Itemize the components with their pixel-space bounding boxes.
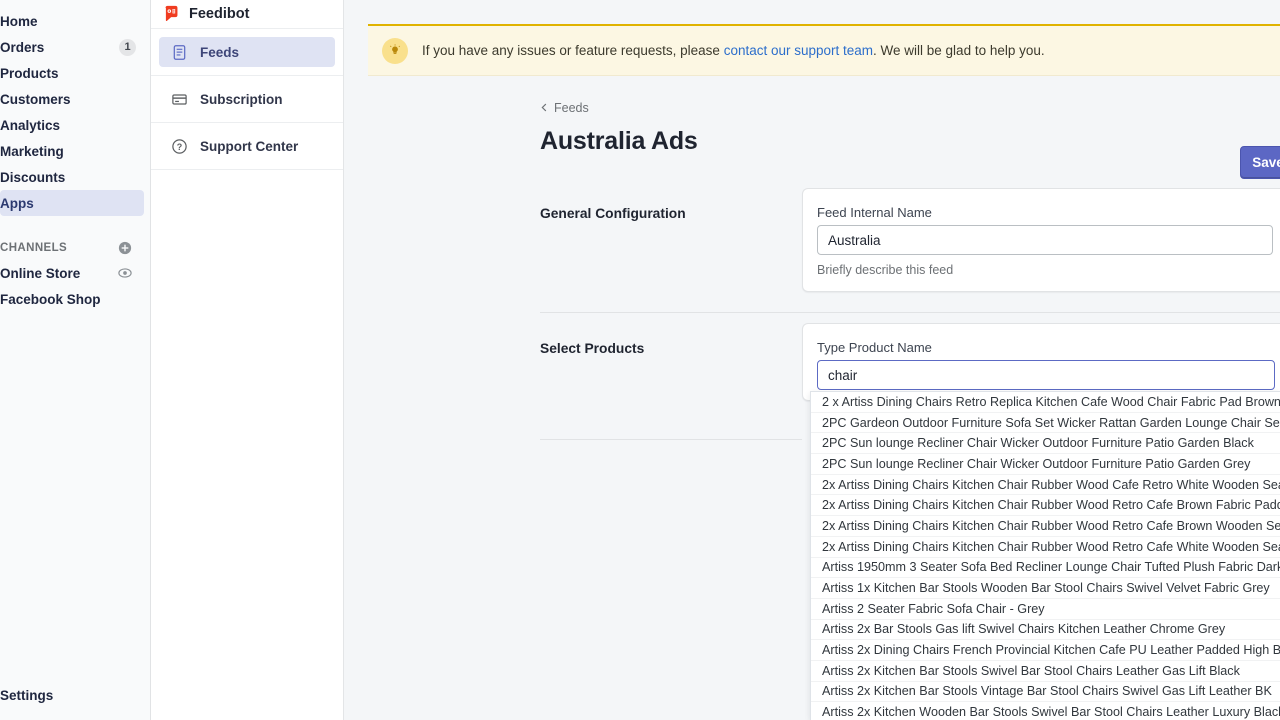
app-nav-item-label: Support Center bbox=[200, 139, 298, 154]
feedibot-logo-icon bbox=[163, 5, 180, 23]
admin-sidebar: Home Orders 1 Products Customers Analyti… bbox=[0, 0, 151, 720]
app-nav-item-feeds[interactable]: Feeds bbox=[159, 37, 335, 67]
sidebar-item-online-store[interactable]: Online Store bbox=[0, 260, 150, 286]
product-suggestion-item[interactable]: 2PC Gardeon Outdoor Furniture Sofa Set W… bbox=[811, 413, 1280, 434]
product-suggestion-item[interactable]: 2x Artiss Dining Chairs Kitchen Chair Ru… bbox=[811, 537, 1280, 558]
sidebar-item-label: Home bbox=[0, 14, 38, 29]
sidebar-item-label: Products bbox=[0, 66, 59, 81]
section-select-products: Select Products Type Product Name chair bbox=[540, 323, 1280, 401]
breadcrumb-label: Feeds bbox=[554, 101, 589, 115]
product-suggestion-item[interactable]: Artiss 1x Kitchen Bar Stools Wooden Bar … bbox=[811, 578, 1280, 599]
question-circle-icon: ? bbox=[171, 138, 188, 155]
plus-circle-icon[interactable] bbox=[118, 241, 132, 255]
app-nav-group-feeds: Feeds bbox=[151, 29, 343, 76]
support-team-link[interactable]: contact our support team bbox=[724, 43, 873, 58]
support-banner: If you have any issues or feature reques… bbox=[368, 24, 1280, 76]
sidebar-item-facebook-shop[interactable]: Facebook Shop bbox=[0, 286, 150, 312]
app-root: Home Orders 1 Products Customers Analyti… bbox=[0, 0, 1280, 720]
eye-icon[interactable] bbox=[118, 266, 132, 280]
product-search-label: Type Product Name bbox=[817, 340, 1268, 355]
app-nav-group-support: ? Support Center bbox=[151, 123, 343, 170]
feed-internal-name-help: Briefly describe this feed bbox=[817, 263, 1268, 277]
app-nav-item-support-center[interactable]: ? Support Center bbox=[159, 131, 335, 161]
banner-wrapper: If you have any issues or feature reques… bbox=[344, 0, 1280, 76]
banner-text-before: If you have any issues or feature reques… bbox=[422, 43, 724, 58]
section-general-configuration: General Configuration Feed Internal Name… bbox=[540, 188, 1280, 292]
app-nav-item-label: Feeds bbox=[200, 45, 239, 60]
sidebar-item-label: Customers bbox=[0, 92, 71, 107]
feed-internal-name-input[interactable]: Australia bbox=[817, 225, 1273, 255]
product-suggestion-item[interactable]: Artiss 1950mm 3 Seater Sofa Bed Recliner… bbox=[811, 558, 1280, 579]
chevron-left-icon bbox=[540, 101, 549, 115]
channels-heading-label: CHANNELS bbox=[0, 242, 67, 254]
section-label-general-configuration: General Configuration bbox=[540, 188, 802, 292]
product-suggestion-item[interactable]: 2x Artiss Dining Chairs Kitchen Chair Ru… bbox=[811, 516, 1280, 537]
app-nav-panel: Feedibot Feeds bbox=[151, 0, 344, 720]
orders-count-badge: 1 bbox=[119, 39, 136, 56]
sidebar-item-orders[interactable]: Orders 1 bbox=[0, 34, 144, 60]
section-divider-1 bbox=[540, 312, 1280, 313]
section-divider-2 bbox=[540, 439, 802, 440]
sidebar-item-home[interactable]: Home bbox=[0, 8, 144, 34]
credit-card-icon bbox=[171, 91, 188, 108]
settings-label: Settings bbox=[0, 688, 53, 703]
product-suggestion-item[interactable]: Artiss 2 Seater Fabric Sofa Chair - Grey bbox=[811, 599, 1280, 620]
sidebar-item-discounts[interactable]: Discounts bbox=[0, 164, 144, 190]
sidebar-item-label: Analytics bbox=[0, 118, 60, 133]
sidebar-item-apps[interactable]: Apps bbox=[0, 190, 144, 216]
sidebar-item-label: Orders bbox=[0, 40, 44, 55]
product-suggestion-dropdown[interactable]: 2 x Artiss Dining Chairs Retro Replica K… bbox=[810, 391, 1280, 720]
admin-nav-list: Home Orders 1 Products Customers Analyti… bbox=[0, 0, 150, 312]
product-search-input[interactable]: chair bbox=[817, 360, 1275, 390]
app-nav-item-label: Subscription bbox=[200, 92, 283, 107]
product-suggestion-item[interactable]: 2 x Artiss Dining Chairs Retro Replica K… bbox=[811, 392, 1280, 413]
svg-text:?: ? bbox=[177, 141, 182, 151]
app-brand[interactable]: Feedibot bbox=[151, 0, 343, 29]
banner-text: If you have any issues or feature reques… bbox=[422, 43, 1045, 58]
product-suggestion-item[interactable]: 2PC Sun lounge Recliner Chair Wicker Out… bbox=[811, 454, 1280, 475]
document-feed-icon bbox=[171, 44, 188, 61]
sidebar-item-label: Apps bbox=[0, 196, 34, 211]
product-suggestion-item[interactable]: Artiss 2x Bar Stools Gas lift Swivel Cha… bbox=[811, 620, 1280, 641]
app-nav-item-subscription[interactable]: Subscription bbox=[159, 84, 335, 114]
card-general-configuration: Feed Internal Name Australia Briefly des… bbox=[802, 188, 1280, 292]
banner-text-after: . We will be glad to help you. bbox=[873, 43, 1045, 58]
save-button[interactable]: Save bbox=[1240, 146, 1280, 179]
lightbulb-icon bbox=[382, 38, 408, 64]
app-brand-name: Feedibot bbox=[189, 6, 249, 22]
breadcrumb[interactable]: Feeds bbox=[540, 101, 589, 115]
product-suggestion-item[interactable]: 2PC Sun lounge Recliner Chair Wicker Out… bbox=[811, 433, 1280, 454]
product-suggestion-item[interactable]: Artiss 2x Kitchen Wooden Bar Stools Swiv… bbox=[811, 702, 1280, 720]
page-content: Feeds Australia Ads General Configuratio… bbox=[344, 76, 1280, 401]
sidebar-item-label: Marketing bbox=[0, 144, 64, 159]
channel-label: Online Store bbox=[0, 266, 80, 281]
card-select-products: Type Product Name chair bbox=[802, 323, 1280, 401]
channel-label: Facebook Shop bbox=[0, 292, 101, 307]
sidebar-item-customers[interactable]: Customers bbox=[0, 86, 144, 112]
page-title: Australia Ads bbox=[540, 127, 1280, 156]
sidebar-item-analytics[interactable]: Analytics bbox=[0, 112, 144, 138]
sidebar-item-marketing[interactable]: Marketing bbox=[0, 138, 144, 164]
sidebar-item-products[interactable]: Products bbox=[0, 60, 144, 86]
sidebar-item-label: Discounts bbox=[0, 170, 65, 185]
product-suggestion-item[interactable]: 2x Artiss Dining Chairs Kitchen Chair Ru… bbox=[811, 475, 1280, 496]
app-nav-group-subscription: Subscription bbox=[151, 76, 343, 123]
product-suggestion-item[interactable]: Artiss 2x Kitchen Bar Stools Swivel Bar … bbox=[811, 661, 1280, 682]
channels-heading-row: CHANNELS bbox=[0, 236, 150, 260]
product-suggestion-item[interactable]: Artiss 2x Dining Chairs French Provincia… bbox=[811, 640, 1280, 661]
sidebar-item-settings[interactable]: Settings bbox=[0, 682, 151, 708]
feed-internal-name-label: Feed Internal Name bbox=[817, 205, 1268, 220]
product-suggestion-item[interactable]: 2x Artiss Dining Chairs Kitchen Chair Ru… bbox=[811, 495, 1280, 516]
product-suggestion-item[interactable]: Artiss 2x Kitchen Bar Stools Vintage Bar… bbox=[811, 682, 1280, 703]
section-label-select-products: Select Products bbox=[540, 323, 802, 401]
